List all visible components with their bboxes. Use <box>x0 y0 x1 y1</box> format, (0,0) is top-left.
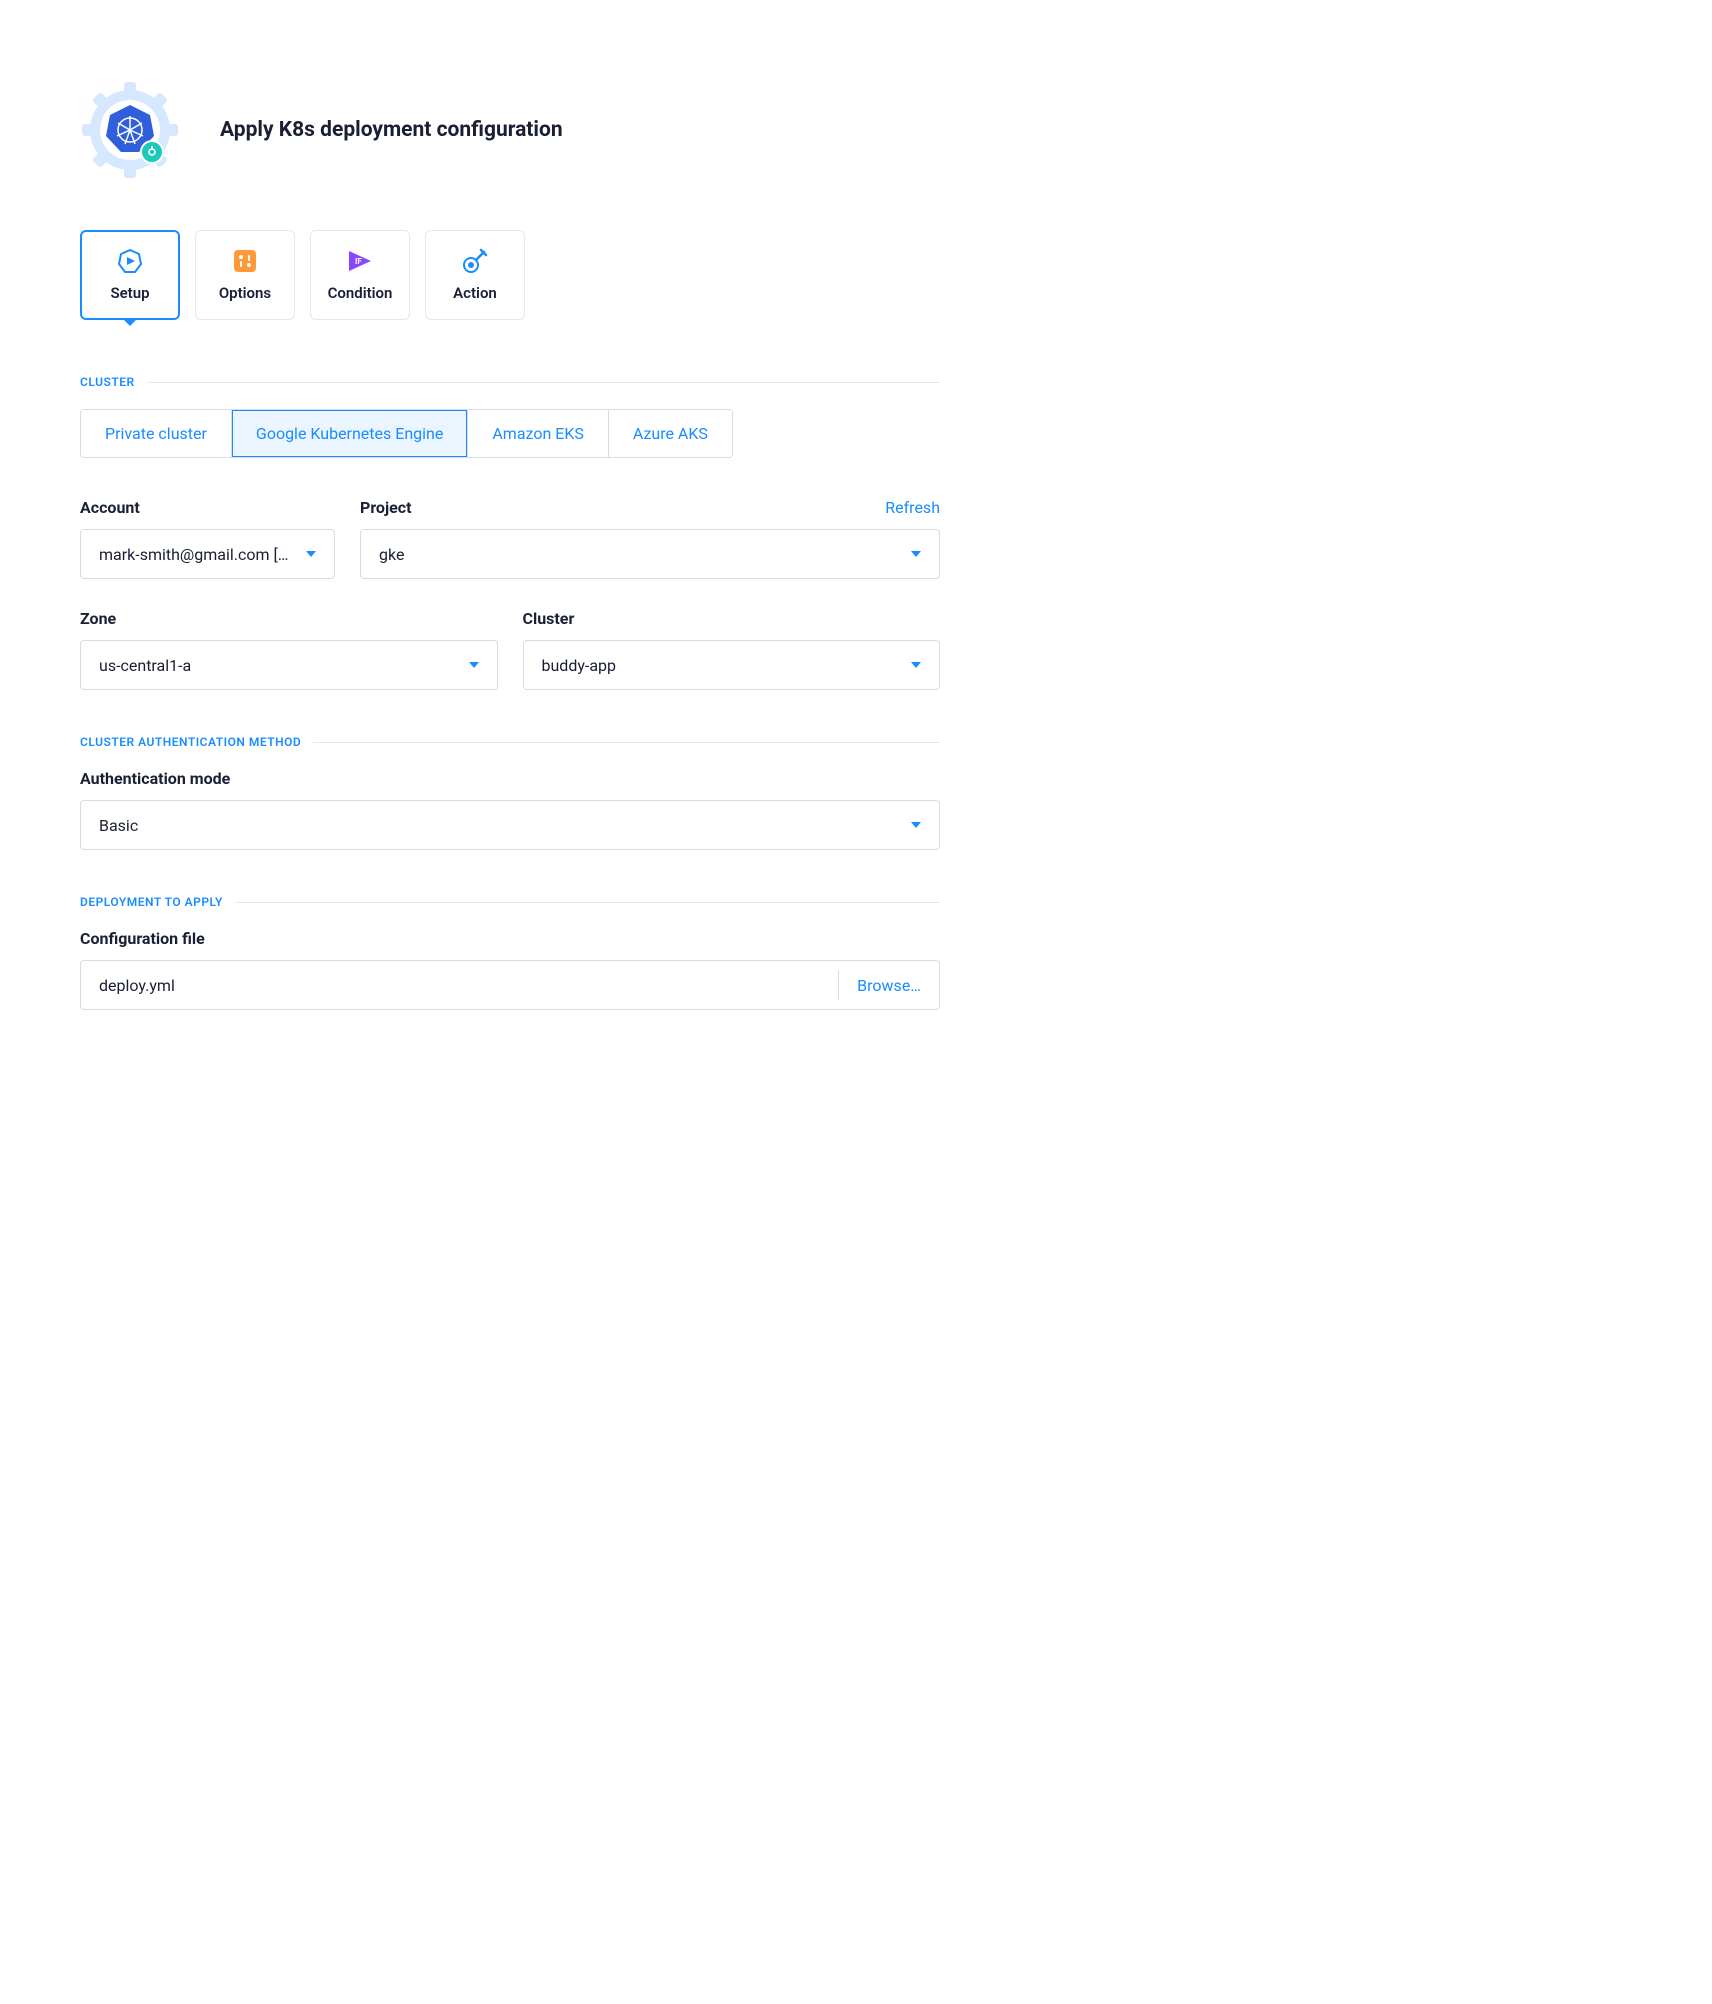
section-header-auth: CLUSTER AUTHENTICATION METHOD <box>80 735 940 749</box>
chevron-down-icon <box>306 551 316 557</box>
action-icon <box>462 248 488 274</box>
condition-icon: IF <box>347 248 373 274</box>
auth-mode-field-group: Authentication mode Basic <box>80 769 940 850</box>
cluster-select[interactable]: buddy-app <box>523 640 941 690</box>
project-label: Project <box>360 498 412 517</box>
zone-label: Zone <box>80 609 116 628</box>
tab-condition[interactable]: IF Condition <box>310 230 410 320</box>
zone-field-group: Zone us-central1-a <box>80 609 498 690</box>
config-file-field-group: Configuration file deploy.yml Browse… <box>80 929 940 1010</box>
kubernetes-gear-icon <box>80 80 180 180</box>
cluster-tab-private[interactable]: Private cluster <box>81 410 232 457</box>
zone-value: us-central1-a <box>99 656 459 675</box>
divider <box>838 970 839 1000</box>
cluster-tab-eks[interactable]: Amazon EKS <box>468 410 609 457</box>
project-select[interactable]: gke <box>360 529 940 579</box>
page-title: Apply K8s deployment configuration <box>220 118 563 142</box>
page-header: Apply K8s deployment configuration <box>80 80 940 180</box>
tab-label: Action <box>453 284 497 302</box>
cluster-field-group: Cluster buddy-app <box>523 609 941 690</box>
auth-mode-value: Basic <box>99 816 901 835</box>
project-field-group: Project Refresh gke <box>360 498 940 579</box>
zone-select[interactable]: us-central1-a <box>80 640 498 690</box>
tab-label: Condition <box>328 284 393 302</box>
setup-icon <box>117 248 143 274</box>
tab-action[interactable]: Action <box>425 230 525 320</box>
cluster-tab-aks[interactable]: Azure AKS <box>609 410 732 457</box>
svg-text:IF: IF <box>355 257 362 266</box>
auth-mode-label: Authentication mode <box>80 769 230 788</box>
tab-label: Options <box>219 284 271 302</box>
chevron-down-icon <box>911 662 921 668</box>
tab-options[interactable]: Options <box>195 230 295 320</box>
section-header-deployment: DEPLOYMENT TO APPLY <box>80 895 940 909</box>
options-icon <box>232 248 258 274</box>
chevron-down-icon <box>469 662 479 668</box>
config-file-label: Configuration file <box>80 929 205 948</box>
config-file-value: deploy.yml <box>99 976 820 995</box>
config-file-input[interactable]: deploy.yml Browse… <box>80 960 940 1010</box>
cluster-provider-tabs: Private cluster Google Kubernetes Engine… <box>80 409 733 458</box>
browse-button[interactable]: Browse… <box>857 976 921 995</box>
account-field-group: Account mark-smith@gmail.com [… <box>80 498 335 579</box>
project-value: gke <box>379 545 901 564</box>
chevron-down-icon <box>911 551 921 557</box>
tab-setup[interactable]: Setup <box>80 230 180 320</box>
auth-mode-select[interactable]: Basic <box>80 800 940 850</box>
cluster-label: Cluster <box>523 609 575 628</box>
account-value: mark-smith@gmail.com [… <box>99 545 296 564</box>
account-label: Account <box>80 498 140 517</box>
main-tabs: Setup Options IF Condition <box>80 230 940 320</box>
chevron-down-icon <box>911 822 921 828</box>
section-header-cluster: CLUSTER <box>80 375 940 389</box>
account-select[interactable]: mark-smith@gmail.com [… <box>80 529 335 579</box>
cluster-value: buddy-app <box>542 656 902 675</box>
tab-label: Setup <box>110 284 149 302</box>
cluster-tab-gke[interactable]: Google Kubernetes Engine <box>232 410 468 457</box>
refresh-link[interactable]: Refresh <box>885 498 940 517</box>
